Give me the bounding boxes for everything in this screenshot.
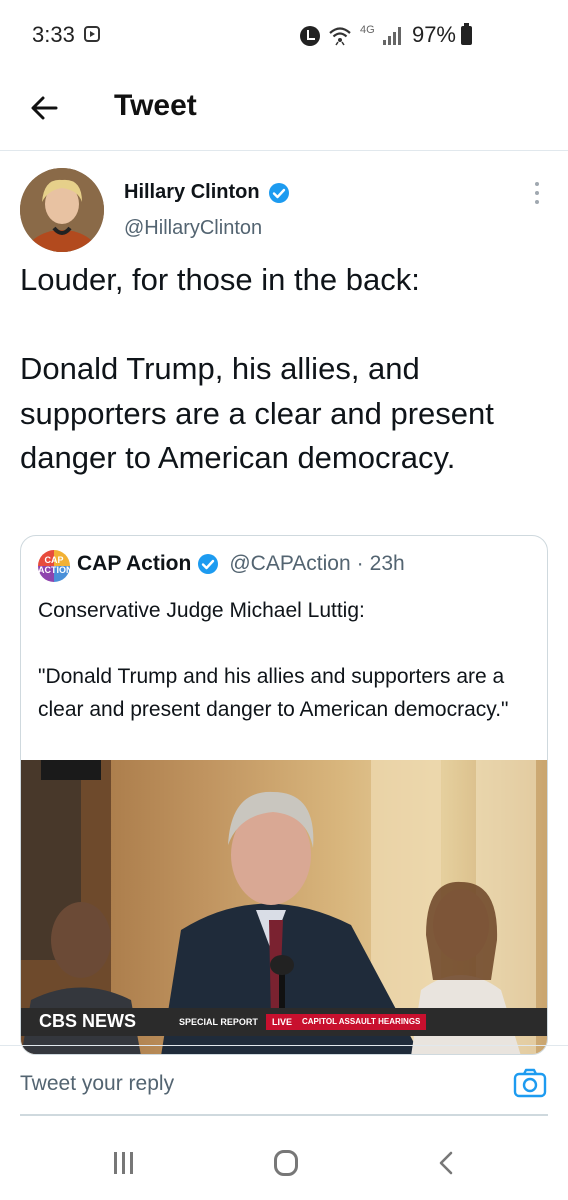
camera-icon[interactable]: [512, 1066, 548, 1100]
quote-avatar: CAP ACTION: [38, 550, 73, 582]
arrow-left-icon[interactable]: [26, 90, 62, 126]
chyron-special: SPECIAL REPORT: [179, 1017, 258, 1027]
tweet-text-line: Donald Trump, his allies, and supporters…: [20, 351, 494, 475]
news-chyron: CBS NEWS SPECIAL REPORT LIVE CAPITOL ASS…: [21, 1008, 547, 1036]
back-icon[interactable]: [436, 1150, 456, 1176]
verified-icon: [268, 182, 289, 203]
network-label: 4G: [360, 24, 375, 36]
message-icon: [84, 26, 100, 42]
author-line: Hillary Clinton: [124, 181, 290, 204]
author-name[interactable]: Hillary Clinton: [124, 181, 260, 204]
battery-icon: [461, 23, 472, 45]
wifi-icon: [329, 27, 351, 46]
separator: ·: [356, 552, 364, 575]
more-options-icon[interactable]: [532, 182, 542, 208]
tweet-text: Louder, for those in the back: Donald Tr…: [20, 258, 550, 481]
signal-icon: [382, 27, 401, 45]
verified-icon: [198, 554, 219, 574]
system-nav-bar: [0, 1130, 568, 1200]
battery-percent: 97%: [411, 22, 456, 47]
status-bar: 3:33 4G 97%: [0, 0, 568, 72]
status-icons: 4G: [300, 22, 401, 50]
quote-text: Conservative Judge Michael Luttig: "Dona…: [38, 594, 533, 726]
avatar[interactable]: [20, 168, 104, 252]
reply-bar: Tweet your reply: [0, 1045, 568, 1116]
reply-divider: [20, 1114, 548, 1116]
recents-icon[interactable]: [114, 1152, 133, 1174]
chyron-live-badge: LIVE: [266, 1014, 299, 1030]
quote-text-line: Conservative Judge Michael Luttig:: [38, 599, 365, 622]
chyron-topic: CAPITOL ASSAULT HEARINGS: [296, 1014, 427, 1030]
quoted-tweet[interactable]: CAP ACTION CAP Action @CAPAction · 23h C…: [20, 535, 548, 1055]
app-header: Tweet: [0, 72, 568, 151]
reply-input[interactable]: Tweet your reply: [20, 1072, 174, 1096]
author-handle[interactable]: @HillaryClinton: [124, 217, 262, 240]
quote-author-name: CAP Action: [77, 552, 192, 575]
quote-author-handle: @CAPAction: [229, 552, 351, 575]
page-title: Tweet: [114, 89, 197, 122]
quote-author-line: CAP Action @CAPAction · 23h: [77, 552, 405, 576]
home-icon[interactable]: [274, 1150, 298, 1176]
chyron-logo: CBS NEWS: [39, 1011, 137, 1031]
status-time: 3:33: [32, 22, 75, 47]
quote-time: 23h: [369, 552, 405, 575]
quote-text-line: "Donald Trump and his allies and support…: [38, 665, 509, 721]
quote-media-image[interactable]: CBS NEWS SPECIAL REPORT LIVE CAPITOL ASS…: [21, 760, 547, 1054]
tweet-text-line: Louder, for those in the back:: [20, 262, 420, 297]
alarm-icon: [300, 26, 320, 46]
